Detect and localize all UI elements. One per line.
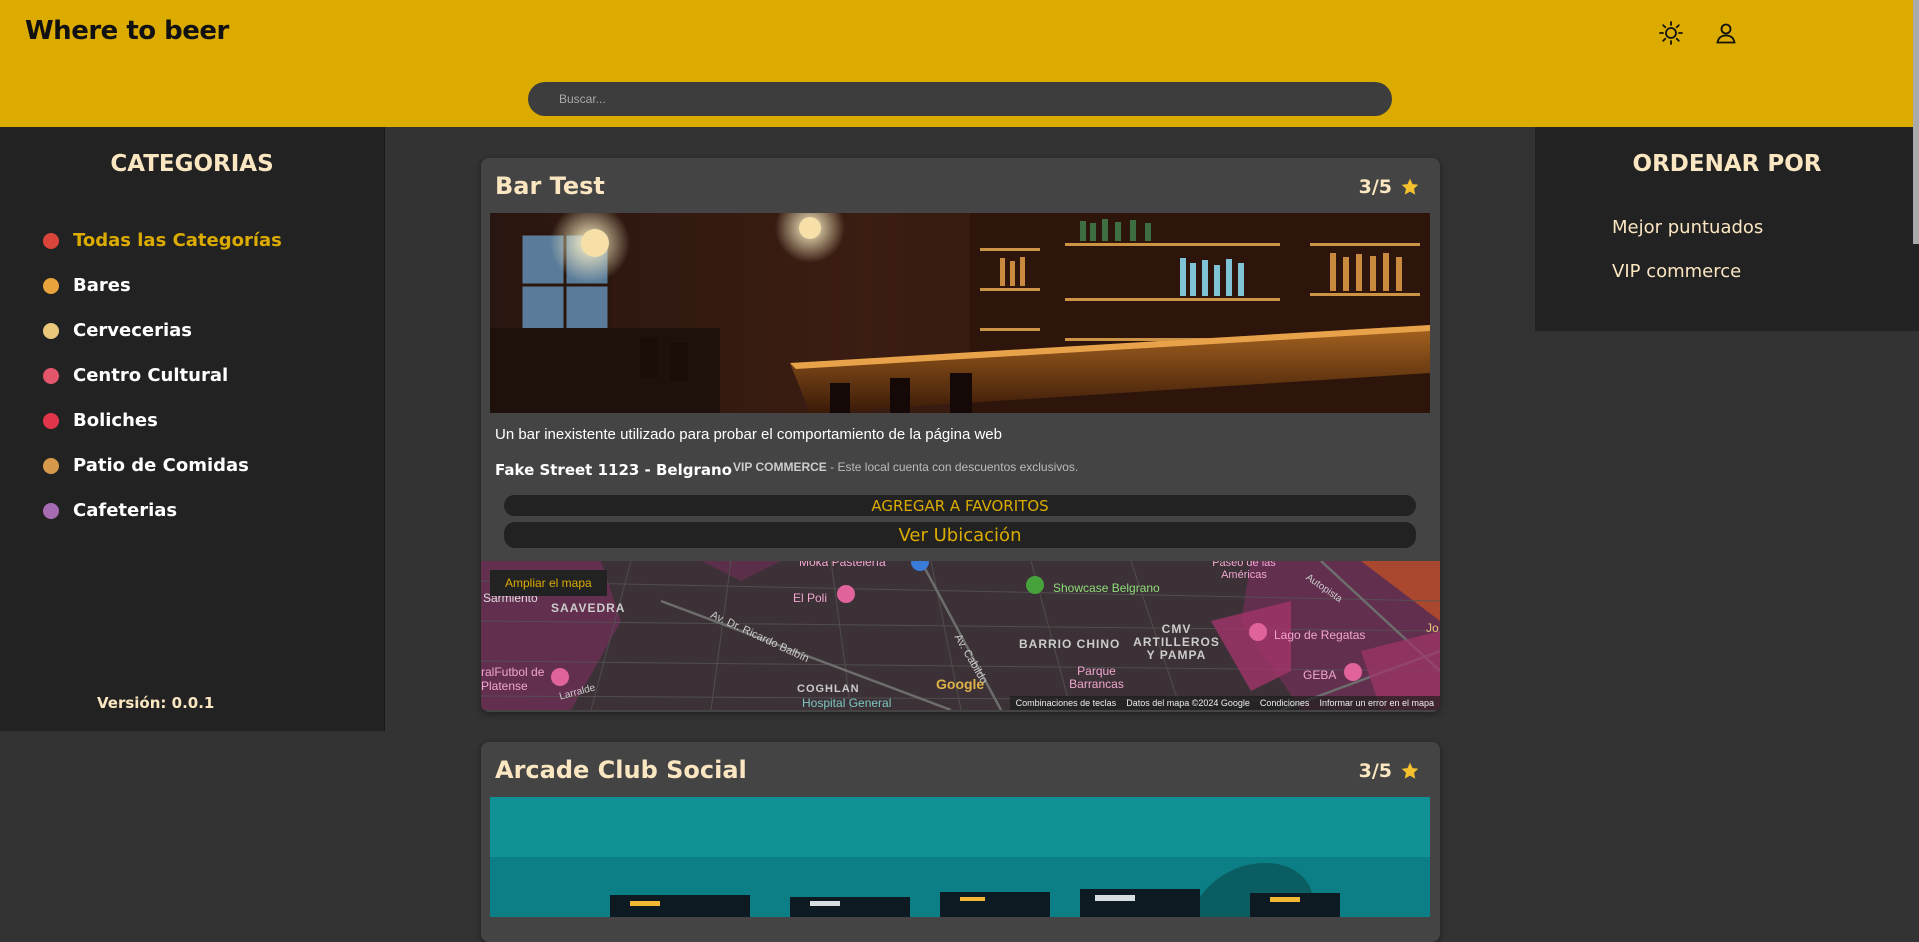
- category-item-patio-de-comidas[interactable]: Patio de Comidas: [43, 443, 282, 488]
- venue-address: Fake Street 1123 - Belgrano: [495, 461, 732, 479]
- chili-icon: [43, 232, 59, 249]
- venue-rating: 3/5: [1359, 760, 1420, 782]
- venue-rating: 3/5: [1359, 176, 1420, 198]
- cocktail-icon: [43, 277, 59, 294]
- star-icon: [1401, 762, 1419, 779]
- category-label: Bares: [73, 275, 131, 296]
- venue-card: Bar Test 3/5 Un bar inexistente utilizad…: [481, 158, 1440, 712]
- categories-panel: CATEGORIAS Todas las Categorías Bares Ce…: [0, 127, 385, 731]
- map-pin-icon[interactable]: [551, 668, 569, 686]
- sort-panel: ORDENAR POR Mejor puntuados VIP commerce: [1535, 127, 1919, 331]
- categories-title: CATEGORIAS: [110, 151, 274, 177]
- page-scrollbar[interactable]: [1913, 0, 1919, 244]
- google-logo: Google: [936, 676, 985, 692]
- venue-description: Un bar inexistente utilizado para probar…: [495, 426, 1002, 443]
- user-profile-button[interactable]: [1711, 18, 1741, 48]
- embedded-map[interactable]: Moka Pastelería El Poli Showcase Belgran…: [481, 561, 1440, 710]
- map-label-poli: El Poli: [793, 591, 828, 605]
- category-item-all[interactable]: Todas las Categorías: [43, 218, 282, 263]
- map-label-coghlan: COGHLAN: [797, 683, 860, 695]
- version-label: Versión: 0.0.1: [97, 694, 215, 712]
- map-label-showcase: Showcase Belgrano: [1053, 581, 1160, 595]
- map-footer-report[interactable]: Informar un error en el mapa: [1319, 698, 1434, 708]
- category-label: Todas las Categorías: [73, 230, 282, 251]
- category-label: Boliches: [73, 410, 158, 431]
- sort-title: ORDENAR POR: [1632, 151, 1822, 177]
- category-label: Cafeterias: [73, 500, 178, 521]
- category-label: Centro Cultural: [73, 365, 229, 386]
- category-label: Patio de Comidas: [73, 455, 249, 476]
- map-label-cmv: CMV ARTILLEROS Y PAMPA: [1133, 622, 1220, 662]
- search-input[interactable]: [528, 82, 1392, 116]
- vip-text: - Este local cuenta con descuentos exclu…: [826, 460, 1079, 474]
- sort-item-vip-commerce[interactable]: VIP commerce: [1612, 261, 1763, 305]
- map-label-geba: GEBA: [1303, 668, 1337, 682]
- coffee-icon: [43, 502, 59, 519]
- map-footer: Combinaciones de teclas Datos del mapa ©…: [1009, 696, 1440, 710]
- map-label-saavedra: SAAVEDRA: [551, 601, 626, 615]
- venue-title: Bar Test: [495, 172, 605, 200]
- map-label-hospital: Hospital General: [802, 696, 892, 710]
- sort-list: Mejor puntuados VIP commerce: [1612, 217, 1763, 305]
- theme-toggle-button[interactable]: [1656, 18, 1686, 48]
- venue-title: Arcade Club Social: [495, 756, 747, 784]
- vip-note: VIP COMMERCE - Este local cuenta con des…: [733, 460, 1078, 474]
- category-label: Cervecerias: [73, 320, 193, 341]
- vip-label: VIP COMMERCE: [733, 460, 827, 474]
- app-logo[interactable]: Where to beer: [25, 16, 229, 46]
- category-item-boliches[interactable]: Boliches: [43, 398, 282, 443]
- map-pin-icon[interactable]: [1344, 663, 1362, 681]
- map-label-lago: Lago de Regatas: [1274, 628, 1366, 642]
- map-footer-terms[interactable]: Condiciones: [1260, 698, 1310, 708]
- star-icon: [1401, 178, 1419, 195]
- map-pin-icon[interactable]: [837, 585, 855, 603]
- map-label-parque: Parque Barrancas: [1069, 664, 1124, 691]
- map-pin-icon[interactable]: [1249, 623, 1267, 641]
- sort-item-best-rated[interactable]: Mejor puntuados: [1612, 217, 1763, 261]
- category-item-cafeterias[interactable]: Cafeterias: [43, 488, 282, 533]
- map-label-paseo: Paseo de las Américas: [1212, 561, 1276, 581]
- rating-value: 3/5: [1358, 760, 1392, 782]
- map-footer-data: Datos del mapa ©2024 Google: [1126, 698, 1250, 708]
- map-footer-shortcuts[interactable]: Combinaciones de teclas: [1016, 698, 1117, 708]
- map-label-jo: Jo: [1426, 621, 1439, 635]
- rating-value: 3/5: [1358, 176, 1392, 198]
- top-bar: Where to beer: [0, 0, 1919, 127]
- category-item-centro-cultural[interactable]: Centro Cultural: [43, 353, 282, 398]
- beer-icon: [43, 322, 59, 339]
- map-label-moka: Moka Pastelería: [799, 561, 886, 569]
- venue-photo: [490, 213, 1430, 413]
- paintbrush-icon: [43, 367, 59, 384]
- category-item-bares[interactable]: Bares: [43, 263, 282, 308]
- burger-icon: [43, 457, 59, 474]
- view-location-button[interactable]: Ver Ubicación: [504, 522, 1416, 548]
- map-pin-icon[interactable]: [1026, 576, 1044, 594]
- venue-card: Arcade Club Social 3/5: [481, 742, 1440, 942]
- category-item-cervecerias[interactable]: Cervecerias: [43, 308, 282, 353]
- user-icon: [1716, 23, 1736, 44]
- map-label-barrio-chino: BARRIO CHINO: [1019, 637, 1121, 651]
- expand-map-button[interactable]: Ampliar el mapa: [490, 570, 607, 596]
- map-label-futbol: ralFutbol de Platense: [481, 665, 545, 693]
- sun-icon: [1659, 21, 1683, 45]
- dancer-icon: [43, 412, 59, 429]
- categories-list: Todas las Categorías Bares Cervecerias C…: [43, 218, 282, 533]
- add-to-favorites-button[interactable]: AGREGAR A FAVORITOS: [504, 495, 1416, 516]
- venue-photo: [490, 797, 1430, 917]
